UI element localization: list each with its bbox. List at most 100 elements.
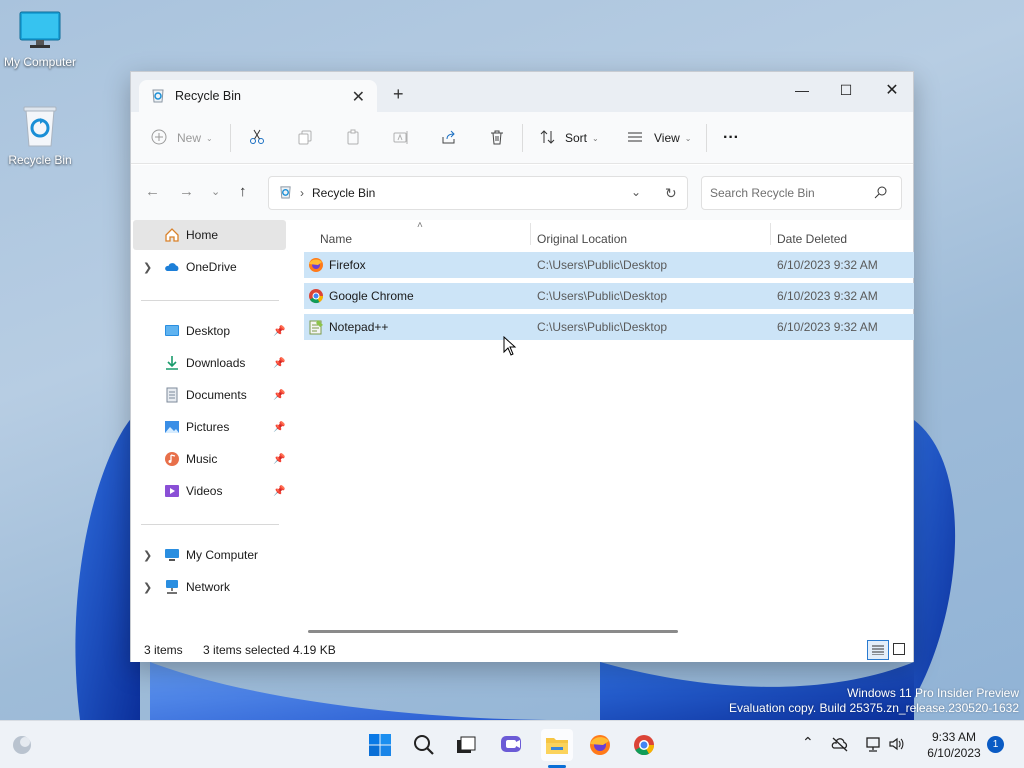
cut-button[interactable]	[249, 126, 265, 150]
sidebar-item-label: OneDrive	[186, 260, 237, 274]
pin-icon[interactable]: 📌	[273, 326, 285, 337]
clock[interactable]: 9:33 AM 6/10/2023	[918, 729, 990, 761]
pin-icon[interactable]: 📌	[273, 454, 285, 465]
sidebar-item-home[interactable]: Home	[133, 220, 286, 250]
up-arrow-icon[interactable]: ↑	[239, 183, 247, 200]
firefox-icon	[590, 735, 610, 755]
tiles-view-button[interactable]	[893, 643, 905, 658]
horizontal-scrollbar[interactable]	[308, 630, 678, 633]
file-date-deleted: 6/10/2023 9:32 AM	[777, 258, 878, 272]
minimize-button[interactable]: —	[779, 76, 825, 104]
view-button[interactable]: View ⌄	[627, 126, 692, 150]
recent-locations-chevron-icon[interactable]: ⌄	[211, 185, 220, 198]
sidebar-item-label: Desktop	[186, 324, 231, 338]
new-tab-button[interactable]: +	[393, 84, 404, 105]
music-icon	[164, 451, 180, 467]
details-view-icon	[872, 645, 884, 655]
tab-recycle-bin[interactable]: Recycle Bin ✕	[139, 80, 377, 112]
file-list: ˄ Name Original Location Date Deleted Fi…	[291, 220, 914, 633]
network-status-icon[interactable]	[864, 736, 882, 755]
chevron-down-icon: ⌄	[684, 133, 692, 143]
pin-icon[interactable]: 📌	[273, 390, 285, 401]
file-row[interactable]: Google Chrome C:\Users\Public\Desktop 6/…	[304, 283, 914, 309]
maximize-button[interactable]: ☐	[823, 76, 869, 104]
close-tab-button[interactable]: ✕	[352, 87, 365, 107]
see-more-button[interactable]: ···	[723, 126, 739, 150]
breadcrumb-recycle-bin[interactable]: Recycle Bin	[312, 186, 375, 200]
list-view-icon	[627, 129, 643, 148]
file-row[interactable]: Firefox C:\Users\Public\Desktop 6/10/202…	[304, 252, 914, 278]
chrome-taskbar-button[interactable]	[628, 729, 660, 761]
volume-icon[interactable]	[888, 736, 906, 755]
sidebar-item-pictures[interactable]: Pictures 📌	[133, 412, 286, 442]
chat-button[interactable]	[496, 729, 528, 761]
sidebar-item-my-computer[interactable]: ❯ My Computer	[133, 540, 286, 570]
copy-button[interactable]	[297, 126, 313, 150]
refresh-icon[interactable]: ↻	[665, 185, 677, 202]
chevron-right-icon[interactable]: ❯	[143, 549, 152, 562]
desktop-icon-recycle-bin[interactable]: Recycle Bin	[0, 104, 80, 167]
column-header-date-deleted[interactable]: Date Deleted	[777, 232, 847, 246]
sidebar-item-videos[interactable]: Videos 📌	[133, 476, 286, 506]
back-arrow-icon[interactable]: ←	[145, 183, 160, 200]
show-hidden-icons-chevron-icon[interactable]: ⌃	[802, 734, 814, 751]
pin-icon[interactable]: 📌	[273, 358, 285, 369]
mouse-pointer-icon	[503, 335, 517, 359]
onedrive-offline-icon[interactable]	[831, 736, 849, 755]
clock-date: 6/10/2023	[927, 746, 981, 760]
sort-button[interactable]: Sort ⌄	[540, 126, 599, 150]
delete-button[interactable]	[489, 126, 505, 150]
paste-button[interactable]	[345, 126, 361, 150]
widgets-button[interactable]	[6, 729, 38, 761]
column-header-original-location[interactable]: Original Location	[537, 232, 627, 246]
sidebar-item-music[interactable]: Music 📌	[133, 444, 286, 474]
clock-time: 9:33 AM	[931, 730, 977, 744]
forward-arrow-icon[interactable]: →	[179, 183, 194, 200]
network-icon	[164, 579, 180, 595]
search-button[interactable]	[408, 729, 440, 761]
chevron-right-icon[interactable]: ❯	[143, 261, 152, 274]
close-window-button[interactable]: ✕	[869, 76, 915, 104]
column-divider[interactable]	[530, 223, 531, 245]
sidebar-item-documents[interactable]: Documents 📌	[133, 380, 286, 410]
sidebar-item-label: Home	[186, 228, 219, 242]
command-bar: New ⌄ Sort ⌄ View ⌄ ···	[131, 112, 913, 164]
firefox-taskbar-button[interactable]	[584, 729, 616, 761]
file-name: Notepad++	[329, 320, 389, 334]
chevron-down-icon[interactable]: ⌄	[631, 185, 641, 199]
search-box[interactable]: Search Recycle Bin	[701, 176, 902, 210]
sidebar-item-onedrive[interactable]: ❯ OneDrive	[133, 252, 286, 282]
rename-icon	[393, 129, 409, 148]
pin-icon[interactable]: 📌	[273, 486, 285, 497]
rename-button[interactable]	[393, 126, 409, 150]
pin-icon[interactable]: 📌	[273, 422, 285, 433]
sidebar-item-label: Network	[186, 580, 231, 594]
sidebar-item-desktop[interactable]: Desktop 📌	[133, 316, 286, 346]
weather-icon	[13, 736, 31, 754]
file-date-deleted: 6/10/2023 9:32 AM	[777, 289, 878, 303]
sidebar-item-label: Documents	[186, 388, 247, 402]
start-button[interactable]	[364, 729, 396, 761]
details-view-button[interactable]	[867, 640, 889, 660]
new-button[interactable]: New ⌄	[151, 126, 213, 150]
sort-button-label: Sort	[565, 131, 588, 145]
copy-icon	[297, 129, 313, 148]
task-view-button[interactable]	[450, 729, 482, 761]
column-header-name[interactable]: Name	[320, 232, 352, 246]
search-icon[interactable]	[874, 185, 888, 202]
sidebar-item-network[interactable]: ❯ Network	[133, 572, 286, 602]
address-bar[interactable]: › Recycle Bin ⌄ ↻	[268, 176, 688, 210]
desktop-icon-my-computer[interactable]: My Computer	[0, 10, 80, 69]
folder-icon	[546, 738, 568, 754]
file-row[interactable]: Notepad++ C:\Users\Public\Desktop 6/10/2…	[304, 314, 914, 340]
chevron-right-icon[interactable]: ❯	[143, 581, 152, 594]
file-name: Firefox	[329, 258, 366, 272]
sidebar-item-downloads[interactable]: Downloads 📌	[133, 348, 286, 378]
selection-size: 4.19 KB	[293, 643, 336, 657]
trash-icon	[489, 129, 505, 148]
share-button[interactable]	[441, 126, 457, 150]
title-bar: Recycle Bin ✕ + — ☐ ✕	[131, 72, 913, 112]
column-divider[interactable]	[770, 223, 771, 245]
file-explorer-taskbar-button[interactable]	[541, 729, 573, 761]
notification-badge[interactable]: 1	[987, 736, 1004, 753]
